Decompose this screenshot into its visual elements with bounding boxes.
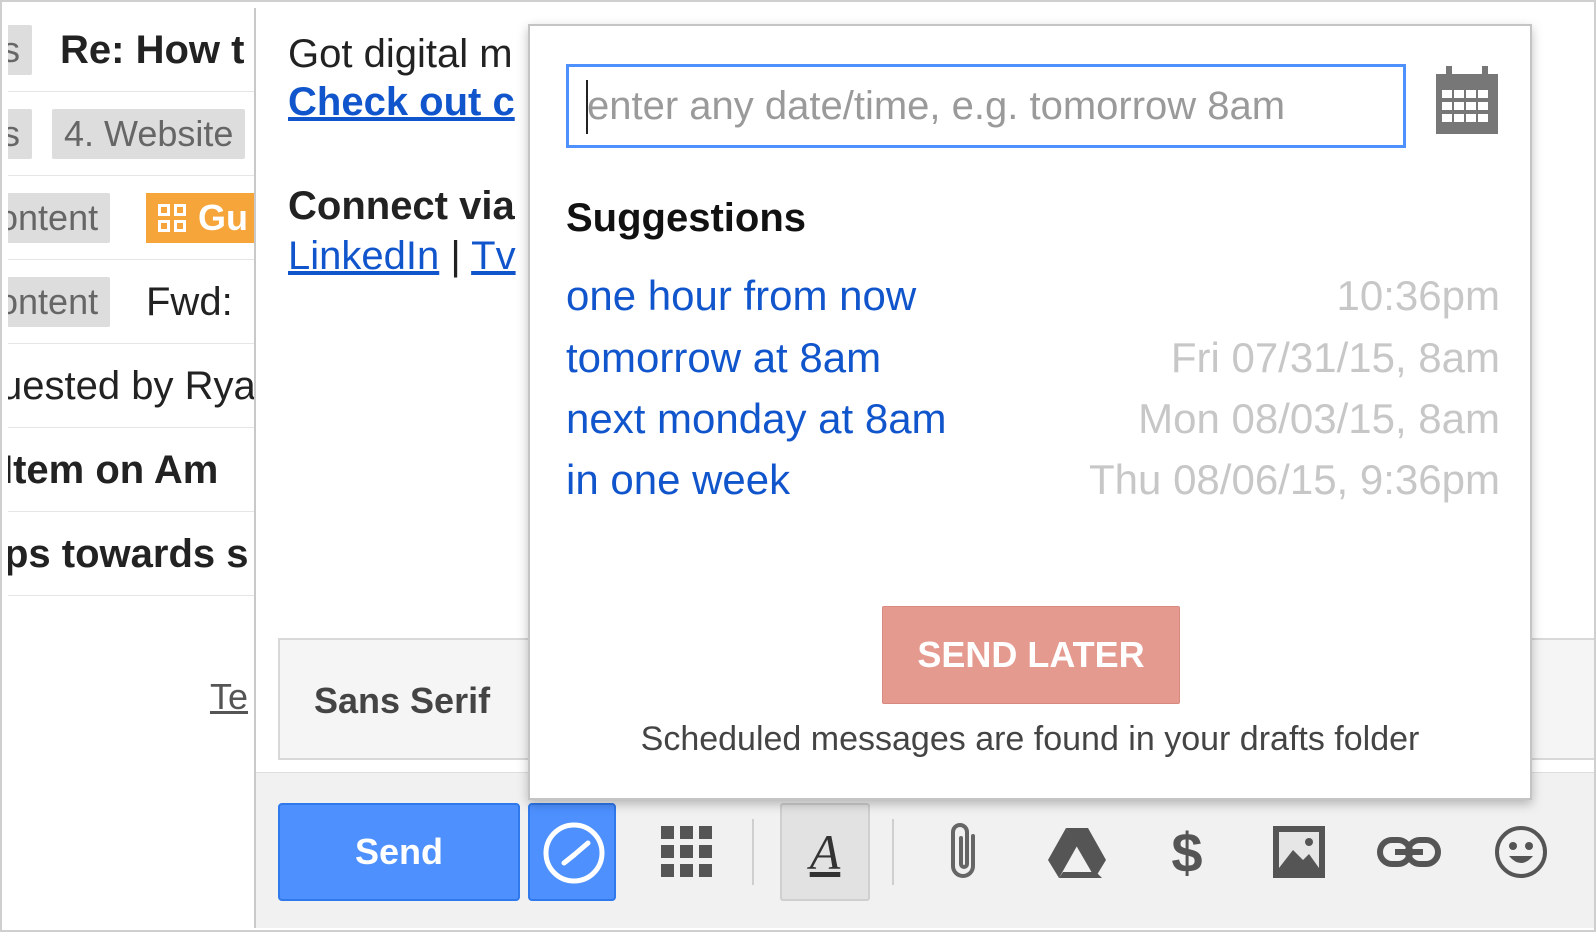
suggestion-label[interactable]: in one week: [566, 456, 790, 504]
font-selector[interactable]: Sans Serif: [314, 680, 490, 722]
body-line: Connect via: [288, 184, 515, 228]
linkedin-link[interactable]: LinkedIn: [288, 234, 439, 278]
toolbar-divider: [752, 819, 754, 885]
schedule-button[interactable]: [528, 803, 616, 901]
clock-icon: [543, 822, 605, 884]
inbox-row[interactable]: ontent Fwd:: [8, 260, 258, 344]
email-subject[interactable]: Fwd:: [146, 260, 233, 343]
photo-icon[interactable]: [1264, 817, 1334, 887]
body-line: Got digital m: [288, 32, 513, 76]
suggestion-time: Mon 08/03/15, 8am: [1138, 395, 1500, 442]
suggestion-item[interactable]: in one week Thu 08/06/15, 9:36pm: [566, 456, 1500, 514]
suggestion-label[interactable]: next monday at 8am: [566, 395, 947, 443]
link-separator: |: [450, 234, 461, 278]
suggestion-label[interactable]: tomorrow at 8am: [566, 334, 881, 382]
grid-icon: [158, 204, 188, 234]
text-format-button[interactable]: A: [780, 803, 870, 901]
teaser-link[interactable]: Te: [210, 676, 248, 718]
emoji-icon[interactable]: [1486, 817, 1556, 887]
email-subject[interactable]: ps towards s: [8, 512, 249, 595]
inbox-row[interactable]: s 4. Website: [8, 92, 258, 176]
suggestion-label[interactable]: one hour from now: [566, 272, 916, 320]
toolbar-divider: [892, 819, 894, 885]
suggestion-item[interactable]: next monday at 8am Mon 08/03/15, 8am: [566, 395, 1500, 453]
email-subject[interactable]: Item on Am: [8, 428, 218, 511]
inbox-row[interactable]: s Re: How t: [8, 8, 258, 92]
inbox-row[interactable]: Item on Am: [8, 428, 258, 512]
paperclip-icon[interactable]: [930, 817, 1000, 887]
body-line: Check out c: [288, 80, 515, 125]
social-links: LinkedIn | Tv: [288, 234, 516, 279]
email-subject[interactable]: Re: How t: [60, 8, 244, 91]
dollar-icon[interactable]: $: [1152, 817, 1222, 887]
send-button[interactable]: Send: [278, 803, 520, 901]
label-chip[interactable]: s: [8, 25, 32, 75]
label-chip[interactable]: 4. Website: [52, 109, 246, 159]
suggestion-time: 10:36pm: [1336, 272, 1500, 319]
apps-grid-icon[interactable]: [652, 817, 722, 887]
inbox-row[interactable]: ontent Gu: [8, 176, 258, 260]
inbox-row[interactable]: ps towards s: [8, 512, 258, 596]
label-chip[interactable]: ontent: [8, 193, 111, 243]
link-icon[interactable]: [1374, 817, 1444, 887]
text-format-icon: A: [809, 824, 841, 880]
suggestion-time: Thu 08/06/15, 9:36pm: [1089, 456, 1500, 503]
suggestions-title: Suggestions: [566, 196, 807, 240]
twitter-link[interactable]: Tv: [471, 234, 515, 278]
schedule-popup: Suggestions one hour from now 10:36pm to…: [528, 24, 1532, 800]
suggestion-time: Fri 07/31/15, 8am: [1170, 334, 1500, 381]
email-subject[interactable]: uested by Rya: [8, 344, 256, 427]
inbox-row[interactable]: uested by Rya: [8, 344, 258, 428]
suggestion-item[interactable]: one hour from now 10:36pm: [566, 272, 1500, 330]
suggestion-item[interactable]: tomorrow at 8am Fri 07/31/15, 8am: [566, 334, 1500, 392]
label-chip[interactable]: ontent: [8, 277, 111, 327]
text-caret: [586, 80, 588, 134]
calendar-icon[interactable]: [1434, 66, 1500, 136]
drafts-note: Scheduled messages are found in your dra…: [640, 720, 1420, 758]
app-frame: s Re: How t s 4. Website ontent Gu onten…: [0, 0, 1596, 932]
body-link[interactable]: Check out c: [288, 80, 515, 124]
orange-label-chip[interactable]: Gu: [146, 193, 258, 243]
inbox-list: s Re: How t s 4. Website ontent Gu onten…: [8, 8, 258, 928]
send-later-button[interactable]: SEND LATER: [882, 606, 1180, 704]
date-time-input[interactable]: [566, 64, 1406, 148]
label-text: Gu: [198, 197, 248, 238]
label-chip[interactable]: s: [8, 109, 32, 159]
drive-icon[interactable]: [1042, 817, 1112, 887]
